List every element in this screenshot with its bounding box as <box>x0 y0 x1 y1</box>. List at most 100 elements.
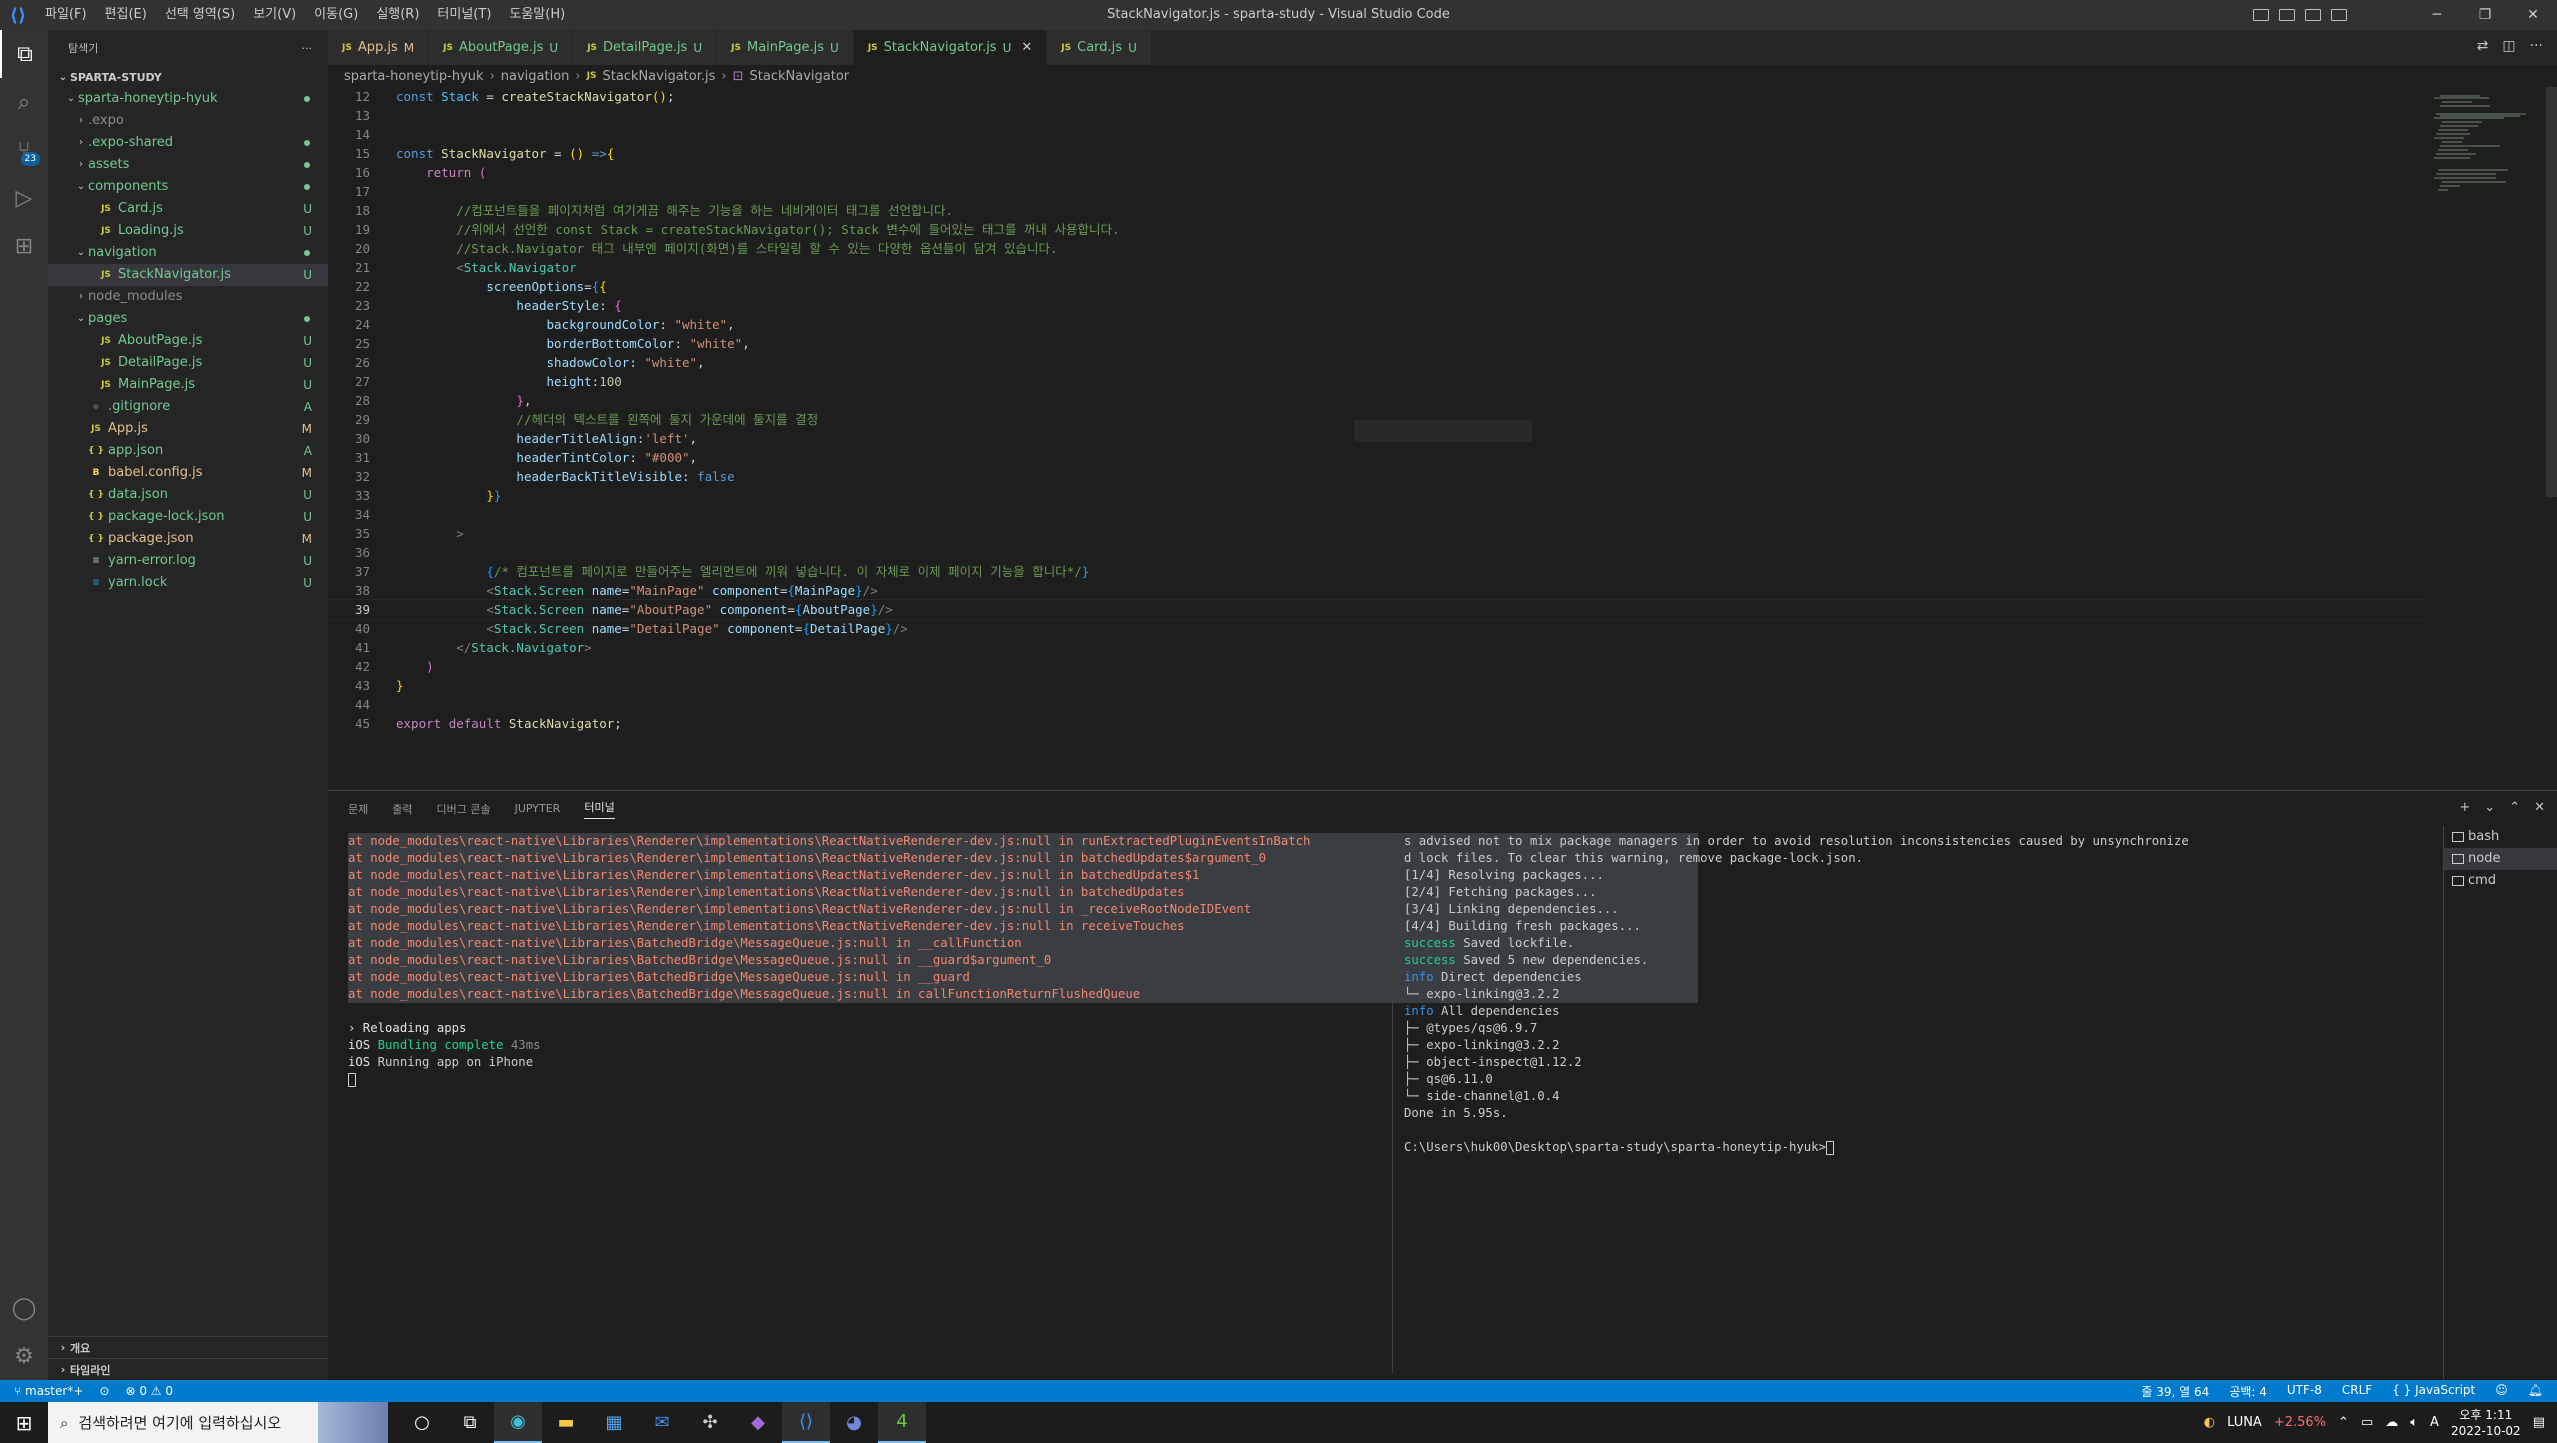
file-explorer-icon[interactable]: ▬ <box>542 1402 590 1443</box>
visual-studio-icon[interactable]: ◆ <box>734 1402 782 1443</box>
file-item[interactable]: ◆ .gitignore A <box>48 396 328 418</box>
menu-item[interactable]: 편집(E) <box>96 0 156 30</box>
terminal-instance[interactable]: bash <box>2444 826 2557 848</box>
cortana-icon[interactable]: ○ <box>398 1402 446 1443</box>
file-item[interactable]: Bbabel.config.js M <box>48 462 328 484</box>
task-view-icon[interactable]: ⧉ <box>446 1402 494 1443</box>
file-item[interactable]: ≡ yarn-error.log U <box>48 550 328 572</box>
ime-icon[interactable]: A <box>2430 1415 2439 1430</box>
file-item[interactable]: JS Loading.js U <box>48 220 328 242</box>
file-item[interactable]: ≡ yarn.lock U <box>48 572 328 594</box>
problems-status[interactable]: ⊗ 0 ⚠ 0 <box>125 1384 173 1398</box>
editor-tab[interactable]: JS StackNavigator.js U ✕ <box>853 30 1048 65</box>
search-icon[interactable]: ⌕ <box>0 78 48 126</box>
panel-tab[interactable]: JUPYTER <box>515 802 561 815</box>
toggle-sidebar-icon[interactable] <box>2253 9 2269 21</box>
menu-item[interactable]: 파일(F) <box>36 0 96 30</box>
folder-item[interactable]: › .expo-shared <box>48 132 328 154</box>
explorer-icon[interactable]: ⧉ <box>0 30 48 78</box>
maximize-panel-button[interactable]: ⌃ <box>2509 800 2520 815</box>
volume-icon[interactable]: 🔈︎ <box>2410 1415 2418 1430</box>
terminal-app-icon[interactable]: 4 <box>878 1402 926 1443</box>
folder-item[interactable]: › assets <box>48 154 328 176</box>
game-icon[interactable]: ✣ <box>686 1402 734 1443</box>
branch-status[interactable]: ⑂ master*+ <box>14 1384 83 1398</box>
indentation-status[interactable]: 공백: 4 <box>2229 1383 2267 1400</box>
folder-item[interactable]: ⌄ sparta-honeytip-hyuk <box>48 88 328 110</box>
eol-status[interactable]: CRLF <box>2342 1383 2372 1400</box>
store-icon[interactable]: ▦ <box>590 1402 638 1443</box>
mail-icon[interactable]: ✉ <box>638 1402 686 1443</box>
close-panel-button[interactable]: ✕ <box>2534 800 2545 815</box>
explorer-more-button[interactable]: ··· <box>302 42 313 55</box>
more-actions-icon[interactable]: ··· <box>2530 38 2543 54</box>
terminal-instance[interactable]: cmd <box>2444 870 2557 892</box>
file-item[interactable]: JS MainPage.js U <box>48 374 328 396</box>
file-item[interactable]: { } app.json A <box>48 440 328 462</box>
folder-item[interactable]: › node_modules <box>48 286 328 308</box>
language-mode[interactable]: { } JavaScript <box>2392 1383 2475 1400</box>
panel-tab[interactable]: 출력 <box>392 801 412 817</box>
new-terminal-button[interactable]: + <box>2459 800 2470 815</box>
feedback-icon[interactable]: ☺ <box>2495 1383 2508 1400</box>
close-window-button[interactable]: ✕ <box>2509 0 2557 30</box>
terminal-instance[interactable]: node <box>2444 848 2557 870</box>
workspace-root[interactable]: ⌄ SPARTA-STUDY <box>48 66 328 88</box>
notifications-bell-icon[interactable]: 🔔︎ <box>2528 1383 2543 1400</box>
file-item[interactable]: JS StackNavigator.js U <box>48 264 328 286</box>
cloud-icon[interactable]: ☁ <box>2385 1415 2398 1430</box>
file-item[interactable]: JS DetailPage.js U <box>48 352 328 374</box>
breadcrumb-folder[interactable]: sparta-honeytip-hyuk <box>344 69 484 84</box>
run-debug-icon[interactable]: ▷ <box>0 174 48 222</box>
menu-item[interactable]: 실행(R) <box>367 0 428 30</box>
editor-tab[interactable]: JS Card.js U <box>1047 30 1152 65</box>
customize-layout-icon[interactable] <box>2331 9 2347 21</box>
breadcrumb-file[interactable]: StackNavigator.js <box>602 69 715 84</box>
editor-scrollbar[interactable] <box>2546 87 2557 497</box>
terminal-cmd[interactable]: s advised not to mix package managers in… <box>1404 833 2189 1156</box>
panel-tab[interactable]: 디버그 콘솔 <box>437 801 491 817</box>
folder-item[interactable]: ⌄ pages <box>48 308 328 330</box>
compare-icon[interactable]: ⇄ <box>2477 38 2489 54</box>
vscode-icon[interactable]: ⟨⟩ <box>782 1402 830 1443</box>
file-item[interactable]: JS App.js M <box>48 418 328 440</box>
editor-tab[interactable]: JS DetailPage.js U <box>573 30 718 65</box>
menu-item[interactable]: 보기(V) <box>244 0 305 30</box>
network-icon[interactable]: ▭ <box>2361 1415 2373 1430</box>
encoding-status[interactable]: UTF-8 <box>2287 1383 2322 1400</box>
file-item[interactable]: JS AboutPage.js U <box>48 330 328 352</box>
tray-chevron-icon[interactable]: ⌃ <box>2338 1415 2349 1430</box>
menu-item[interactable]: 이동(G) <box>305 0 367 30</box>
toggle-panel-icon[interactable] <box>2279 9 2295 21</box>
settings-gear-icon[interactable]: ⚙ <box>0 1332 48 1380</box>
terminal-dropdown-button[interactable]: ⌄ <box>2484 800 2495 815</box>
terminal-split-divider[interactable] <box>1392 833 1393 1373</box>
maximize-button[interactable]: ❐ <box>2461 0 2509 30</box>
panel-tab[interactable]: 터미널 <box>584 799 615 819</box>
stock-name[interactable]: LUNA <box>2227 1415 2262 1430</box>
clock[interactable]: 오후 1:11 2022-10-02 <box>2451 1407 2521 1439</box>
outline-section[interactable]: › 개요 <box>48 1336 328 1358</box>
split-editor-icon[interactable]: ◫ <box>2502 38 2515 54</box>
folder-item[interactable]: ⌄ components <box>48 176 328 198</box>
edge-browser-icon[interactable]: ◉ <box>494 1402 542 1443</box>
minimap[interactable] <box>2428 87 2548 790</box>
menu-item[interactable]: 선택 영역(S) <box>156 0 244 30</box>
file-item[interactable]: { } package-lock.json U <box>48 506 328 528</box>
editor-tab[interactable]: JS AboutPage.js U <box>429 30 574 65</box>
menu-item[interactable]: 도움말(H) <box>500 0 574 30</box>
file-item[interactable]: { } data.json U <box>48 484 328 506</box>
windows-start-icon[interactable]: ⊞ <box>0 1402 48 1443</box>
sync-status[interactable]: ⊙ <box>99 1384 109 1398</box>
menu-item[interactable]: 터미널(T) <box>428 0 500 30</box>
editor-tab[interactable]: JS App.js M <box>328 30 430 65</box>
folder-item[interactable]: › .expo <box>48 110 328 132</box>
folder-item[interactable]: ⌄ navigation <box>48 242 328 264</box>
panel-tab[interactable]: 문제 <box>348 801 368 817</box>
action-center-icon[interactable]: ▤ <box>2533 1415 2545 1430</box>
breadcrumb-folder[interactable]: navigation <box>501 69 570 84</box>
discord-icon[interactable]: ◕ <box>830 1402 878 1443</box>
close-tab-icon[interactable]: ✕ <box>1021 40 1032 55</box>
minimize-button[interactable]: ─ <box>2413 0 2461 30</box>
file-item[interactable]: { } package.json M <box>48 528 328 550</box>
